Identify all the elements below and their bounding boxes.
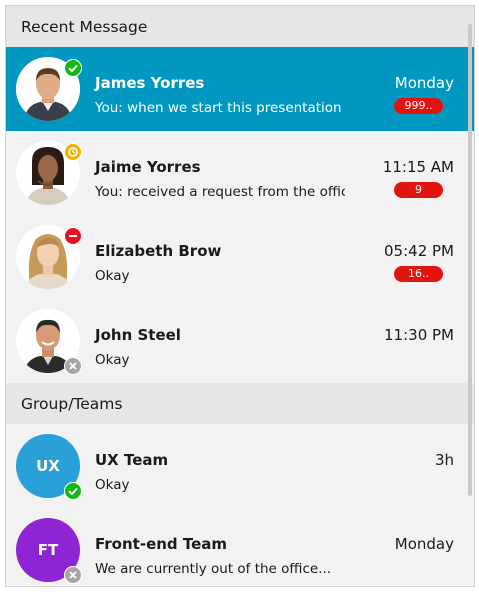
list-item[interactable]: Jaime Yorres You: received a request fro… [6,131,474,215]
status-online-icon [64,482,82,500]
section-header-recent: Recent Message [6,6,474,47]
vertical-scrollbar[interactable] [468,24,472,496]
status-busy-icon [64,227,82,245]
unread-badge: 999.. [394,98,443,114]
contact-name: James Yorres [95,74,205,92]
message-preview: Okay [95,268,130,284]
status-online-icon [64,59,82,77]
message-time: 05:42 PM [384,242,454,260]
message-panel: Recent Message James Yorres You: when we… [5,5,475,587]
list-item[interactable]: John Steel Okay 11:30 PM [6,299,474,383]
list-item[interactable]: FT Front-end Team We are currently out o… [6,508,474,586]
message-time: 11:15 AM [382,158,454,176]
group-name: Front-end Team [95,535,228,553]
message-preview: Okay [95,477,130,493]
status-offline-icon [64,566,82,584]
section-header-groups: Group/Teams [6,383,474,424]
unread-badge: 9 [394,182,443,198]
message-preview: You: received a request from the office.… [95,184,345,200]
contact-name: John Steel [95,326,181,344]
message-preview: Okay [95,352,130,368]
list-item[interactable]: UX UX Team Okay 3h [6,424,474,508]
message-time: Monday [394,535,454,553]
message-preview: You: when we start this presentation [95,100,342,116]
message-time: 11:30 PM [384,326,454,344]
unread-badge: 16.. [394,266,443,282]
contact-name: Jaime Yorres [95,158,201,176]
list-item[interactable]: James Yorres You: when we start this pre… [6,47,474,131]
status-away-icon [64,143,82,161]
message-preview: We are currently out of the office... [95,561,332,577]
list-item[interactable]: Elizabeth Brow Okay 05:42 PM 16.. [6,215,474,299]
status-offline-icon [64,357,82,375]
message-time: 3h [434,451,454,469]
contact-name: Elizabeth Brow [95,242,222,260]
group-name: UX Team [95,451,169,469]
message-time: Monday [394,74,454,92]
